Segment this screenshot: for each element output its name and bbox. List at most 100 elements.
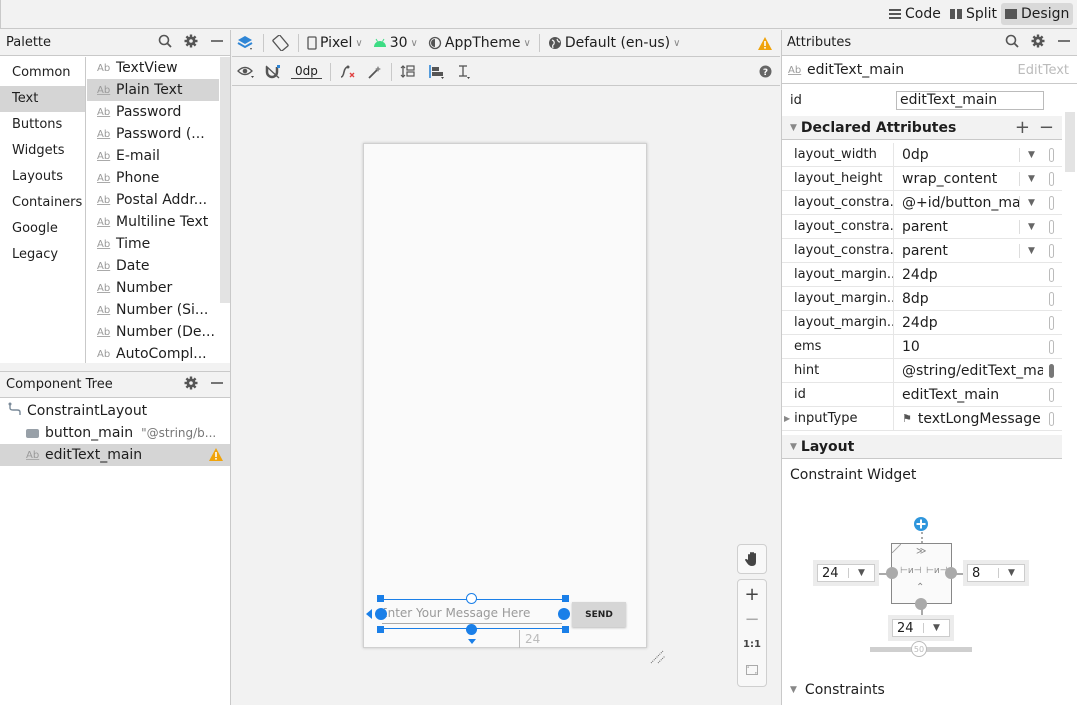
pack-button[interactable] bbox=[395, 64, 423, 80]
palette-item-phone[interactable]: Ab Phone bbox=[87, 167, 219, 189]
chevron-down-icon[interactable]: ▼ bbox=[1019, 243, 1043, 258]
palette-category-legacy[interactable]: Legacy bbox=[0, 242, 85, 268]
orientation-button[interactable] bbox=[267, 35, 295, 51]
top-anchor[interactable] bbox=[466, 593, 477, 604]
id-input[interactable] bbox=[896, 90, 1044, 110]
palette-item-autocomplete[interactable]: Ab AutoCompl... bbox=[87, 343, 219, 363]
resource-picker-button[interactable] bbox=[1049, 147, 1054, 162]
zoom-to-fit-button[interactable] bbox=[738, 658, 766, 682]
help-button[interactable]: ? bbox=[754, 65, 780, 78]
attributes-scrollbar[interactable] bbox=[1065, 112, 1075, 172]
code-mode-button[interactable]: Code bbox=[885, 3, 945, 25]
chevron-down-icon[interactable]: ▼ bbox=[923, 623, 949, 633]
zoom-in-button[interactable]: + bbox=[738, 582, 766, 606]
layers-button[interactable] bbox=[232, 35, 260, 51]
palette-item-multiline-text[interactable]: Ab Multiline Text bbox=[87, 211, 219, 233]
clear-constraints-button[interactable] bbox=[334, 65, 362, 79]
bottom-anchor[interactable] bbox=[466, 624, 477, 635]
resize-grip-icon[interactable] bbox=[649, 649, 669, 669]
palette-item-number[interactable]: Ab Number bbox=[87, 277, 219, 299]
locale-selector[interactable]: Default (en-us) ∨ bbox=[543, 35, 686, 51]
tree-item-edittext-main[interactable]: Ab editText_main bbox=[0, 444, 230, 466]
align-button[interactable] bbox=[423, 64, 451, 80]
resource-picker-button[interactable] bbox=[1049, 339, 1054, 354]
remove-attribute-button[interactable]: − bbox=[1039, 117, 1054, 138]
declared-attributes-section[interactable]: ▼ Declared Attributes + − bbox=[782, 116, 1062, 140]
send-button-preview[interactable]: SEND bbox=[572, 602, 626, 627]
tree-item-constraintlayout[interactable]: ConstraintLayout bbox=[0, 400, 230, 422]
right-constraint-handle[interactable] bbox=[945, 567, 957, 579]
issues-warning-button[interactable] bbox=[753, 36, 780, 50]
chevron-down-icon[interactable]: ▼ bbox=[1019, 195, 1043, 210]
resource-picker-button[interactable] bbox=[1049, 171, 1054, 186]
minimize-icon[interactable] bbox=[210, 34, 224, 48]
palette-scrollbar[interactable] bbox=[220, 57, 230, 303]
palette-category-text[interactable]: Text bbox=[0, 86, 85, 112]
resource-picker-button[interactable] bbox=[1049, 267, 1054, 282]
zoom-out-button[interactable]: − bbox=[738, 608, 766, 630]
zoom-actual-size-button[interactable]: 1:1 bbox=[738, 632, 766, 656]
resource-picker-button[interactable] bbox=[1049, 387, 1054, 402]
attribute-value[interactable]: 10 bbox=[894, 335, 1043, 358]
attribute-value[interactable]: parent bbox=[894, 239, 1019, 262]
chevron-down-icon[interactable]: ▼ bbox=[1019, 171, 1043, 186]
gear-icon[interactable] bbox=[1031, 34, 1045, 48]
resize-handle[interactable] bbox=[562, 595, 569, 602]
minimize-icon[interactable] bbox=[210, 376, 224, 390]
tree-item-button-main[interactable]: button_main "@string/b... bbox=[0, 422, 230, 444]
attribute-value[interactable]: ⚑ textLongMessage bbox=[894, 407, 1043, 430]
attribute-value[interactable]: editText_main bbox=[894, 383, 1043, 406]
chevron-down-icon[interactable]: ▼ bbox=[1019, 147, 1043, 162]
chevron-down-icon[interactable]: ▼ bbox=[1019, 219, 1043, 234]
attribute-value[interactable]: 24dp bbox=[894, 311, 1043, 334]
edittext-main-preview[interactable]: Enter Your Message Here 24 bbox=[366, 593, 570, 648]
autoconnect-toggle[interactable] bbox=[260, 64, 286, 79]
palette-item-postal-address[interactable]: Ab Postal Addr... bbox=[87, 189, 219, 211]
device-preview[interactable]: Enter Your Message Here 24 SEND bbox=[363, 143, 647, 648]
resize-handle[interactable] bbox=[377, 626, 384, 633]
split-mode-button[interactable]: Split bbox=[946, 3, 1001, 25]
resource-picker-button[interactable] bbox=[1049, 315, 1054, 330]
infer-constraints-button[interactable] bbox=[362, 65, 388, 79]
palette-category-buttons[interactable]: Buttons bbox=[0, 112, 85, 138]
attribute-value[interactable]: wrap_content bbox=[894, 167, 1019, 190]
warning-icon[interactable] bbox=[209, 448, 223, 465]
bottom-constraint-handle[interactable] bbox=[915, 598, 927, 610]
palette-item-password-numeric[interactable]: Ab Password (... bbox=[87, 123, 219, 145]
design-mode-button[interactable]: Design bbox=[1001, 3, 1074, 25]
palette-item-textview[interactable]: Ab TextView bbox=[87, 57, 219, 79]
add-top-constraint-icon[interactable] bbox=[913, 516, 929, 532]
resource-picker-button[interactable] bbox=[1049, 243, 1054, 258]
palette-item-number-decimal[interactable]: Ab Number (De... bbox=[87, 321, 219, 343]
resource-picker-button[interactable] bbox=[1049, 195, 1054, 210]
wrap-content-vertical-icon[interactable]: ≫ bbox=[916, 547, 926, 557]
search-icon[interactable] bbox=[1005, 34, 1019, 48]
palette-category-layouts[interactable]: Layouts bbox=[0, 164, 85, 190]
pan-button[interactable] bbox=[737, 544, 767, 574]
design-canvas[interactable]: Enter Your Message Here 24 SEND + − 1:1 bbox=[232, 87, 780, 705]
search-icon[interactable] bbox=[158, 34, 172, 48]
expand-triangle-icon[interactable]: ▶ bbox=[784, 414, 790, 423]
resize-handle[interactable] bbox=[377, 595, 384, 602]
bottom-margin-value[interactable]: 24 bbox=[893, 621, 923, 636]
resource-picker-button[interactable] bbox=[1049, 363, 1054, 378]
panel-splitter[interactable] bbox=[0, 363, 231, 371]
view-options-button[interactable] bbox=[232, 65, 260, 79]
right-anchor[interactable] bbox=[558, 608, 570, 620]
palette-item-plain-text[interactable]: Ab Plain Text bbox=[87, 79, 219, 101]
add-attribute-button[interactable]: + bbox=[1015, 117, 1030, 138]
constraints-section[interactable]: ▼ Constraints bbox=[790, 682, 885, 698]
guidelines-button[interactable] bbox=[451, 64, 477, 80]
default-margin-button[interactable]: 0dp bbox=[286, 64, 327, 79]
resource-picker-button[interactable] bbox=[1049, 291, 1054, 306]
resource-picker-button[interactable] bbox=[1049, 219, 1054, 234]
palette-item-password[interactable]: Ab Password bbox=[87, 101, 219, 123]
resize-handle[interactable] bbox=[562, 626, 569, 633]
left-constraint-handle[interactable] bbox=[886, 567, 898, 579]
horizontal-size-left-icon[interactable]: ⊢ᴎ⊣ bbox=[900, 566, 922, 576]
palette-item-date[interactable]: Ab Date bbox=[87, 255, 219, 277]
palette-item-email[interactable]: Ab E-mail bbox=[87, 145, 219, 167]
palette-item-time[interactable]: Ab Time bbox=[87, 233, 219, 255]
minimize-icon[interactable] bbox=[1057, 34, 1071, 48]
chevron-down-icon[interactable]: ▼ bbox=[998, 568, 1024, 578]
